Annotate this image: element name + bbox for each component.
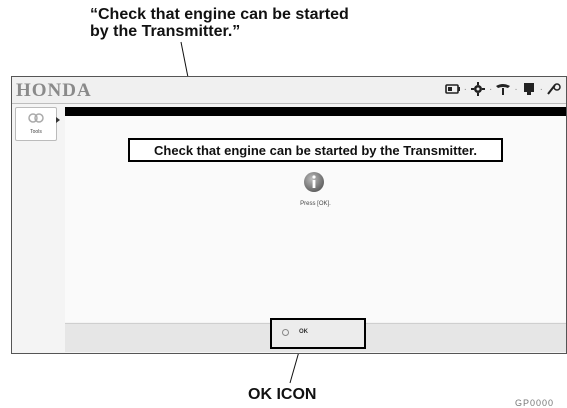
- instruction-message: Check that engine can be started by the …: [128, 138, 503, 162]
- main-content: Check that engine can be started by the …: [65, 116, 566, 322]
- ok-highlight-box: OK: [270, 318, 366, 349]
- wrench-icon: [28, 113, 44, 123]
- sidebar-tools-button[interactable]: Tools: [15, 107, 57, 141]
- gear-icon[interactable]: [470, 81, 486, 97]
- info-icon: [304, 172, 324, 192]
- press-ok-text: Press [OK].: [300, 201, 331, 207]
- toolbar-separator: ·: [514, 83, 518, 95]
- toolbar-separator: ·: [539, 83, 543, 95]
- top-toolbar: HONDA · · · ·: [12, 77, 566, 104]
- tools-icon[interactable]: [546, 81, 562, 97]
- ok-button[interactable]: OK: [276, 324, 356, 340]
- figure-code: GP0000: [515, 398, 555, 408]
- battery-icon[interactable]: [444, 81, 461, 97]
- ok-circle-icon: [282, 328, 289, 336]
- footer-bar: OK: [65, 318, 566, 352]
- sidebar-expand-caret[interactable]: [56, 117, 60, 123]
- app-window: HONDA · · · · Tools Check that engine ca…: [11, 76, 567, 354]
- title-bar: [65, 107, 566, 116]
- callout-bottom: OK ICON: [248, 386, 317, 403]
- toolbar-icons: · · · ·: [444, 81, 562, 97]
- sidebar-tools-label: Tools: [30, 129, 42, 135]
- sidebar: Tools: [14, 105, 60, 325]
- ok-label: OK: [299, 329, 308, 335]
- steering-wheel-icon[interactable]: [495, 81, 511, 97]
- toolbar-separator: ·: [488, 83, 493, 95]
- honda-logo: HONDA: [16, 80, 92, 101]
- monitor-icon[interactable]: [521, 81, 537, 97]
- toolbar-separator: ·: [463, 83, 467, 95]
